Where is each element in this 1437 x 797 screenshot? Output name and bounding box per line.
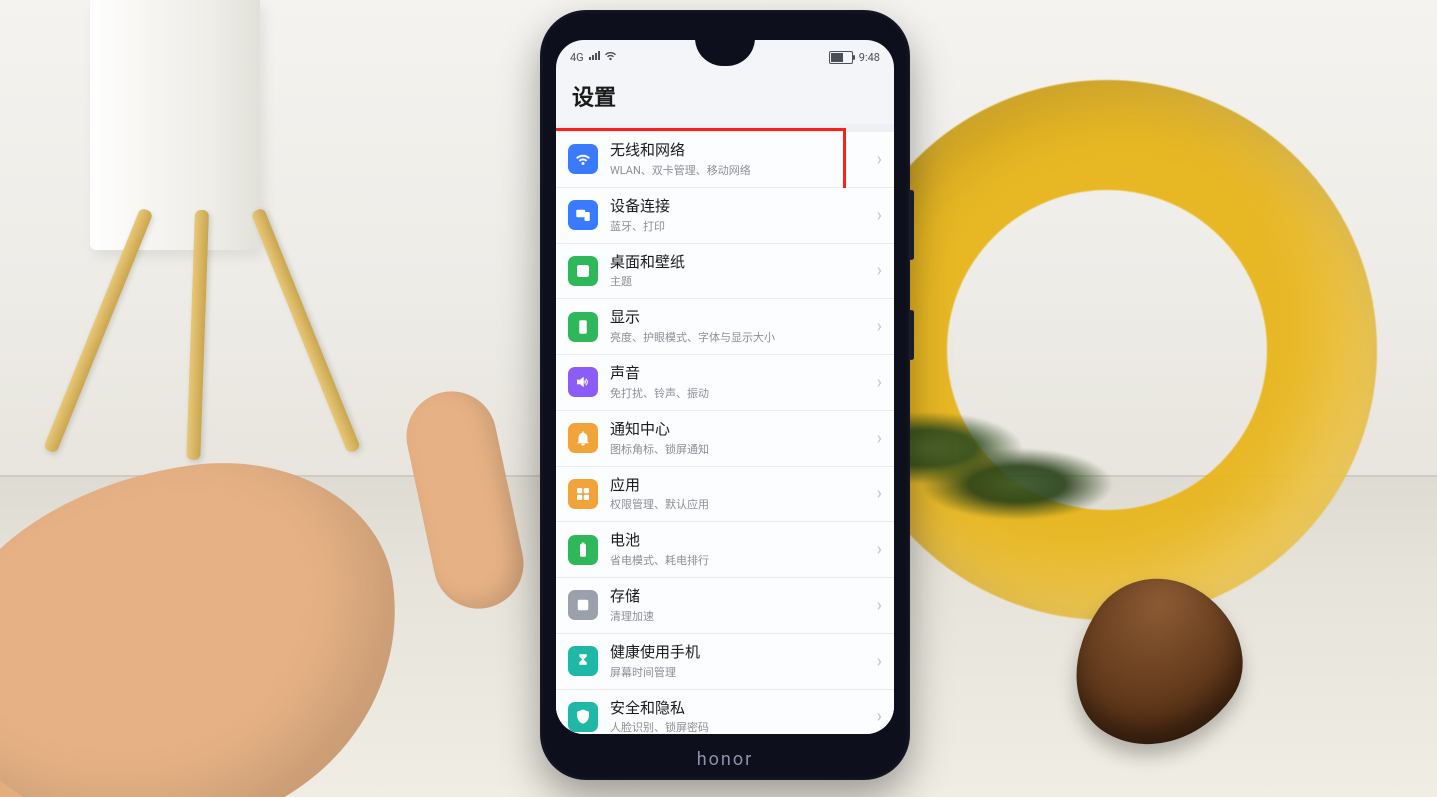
chevron-right-icon: › [877,372,882,393]
settings-row-security[interactable]: 安全和隐私人脸识别、锁屏密码 › [556,690,894,735]
row-title: 显示 [610,308,871,327]
section-gap [556,124,894,132]
row-title: 存储 [610,587,871,606]
row-text: 设备连接蓝牙、打印 [610,197,871,234]
row-title: 健康使用手机 [610,643,871,662]
volume-button [909,190,914,260]
battery-icon [568,535,598,565]
devices-icon [568,200,598,230]
battery-icon [829,51,853,64]
row-title: 应用 [610,476,871,495]
row-subtitle: 屏幕时间管理 [610,664,871,680]
row-subtitle: WLAN、双卡管理、移动网络 [610,162,871,178]
signal-icon [588,51,600,64]
page-title: 设置 [572,80,878,112]
row-text: 存储清理加速 [610,587,871,624]
settings-row-battery[interactable]: 电池省电模式、耗电排行 › [556,522,894,578]
chevron-right-icon: › [877,706,882,727]
apps-icon [568,479,598,509]
clock: 9:48 [859,51,880,64]
settings-row-home[interactable]: 桌面和壁纸主题 › [556,244,894,300]
wifi-icon [568,144,598,174]
display-icon [568,312,598,342]
row-title: 桌面和壁纸 [610,253,871,272]
status-left: 4G [570,51,617,64]
phone-screen: 4G 9:48 设置 [556,40,894,734]
hand-holding-phone [0,350,500,797]
row-text: 健康使用手机屏幕时间管理 [610,643,871,680]
network-indicator: 4G [570,51,584,64]
row-text: 安全和隐私人脸识别、锁屏密码 [610,699,871,735]
settings-row-storage[interactable]: 存储清理加速 › [556,578,894,634]
settings-header: 设置 [556,70,894,124]
row-subtitle: 主题 [610,273,871,289]
row-text: 电池省电模式、耗电排行 [610,531,871,568]
chevron-right-icon: › [877,316,882,337]
power-button [909,310,914,360]
wallpaper-icon [568,256,598,286]
row-subtitle: 免打扰、铃声、振动 [610,385,871,401]
settings-row-notify[interactable]: 通知中心图标角标、锁屏通知 › [556,411,894,467]
chevron-right-icon: › [877,651,882,672]
chevron-right-icon: › [877,428,882,449]
row-title: 通知中心 [610,420,871,439]
yellow-ring-decoration [837,80,1377,620]
settings-row-display[interactable]: 显示亮度、护眼模式、字体与显示大小 › [556,299,894,355]
row-subtitle: 省电模式、耗电排行 [610,552,871,568]
chevron-right-icon: › [877,539,882,560]
row-subtitle: 清理加速 [610,608,871,624]
settings-list[interactable]: 无线和网络WLAN、双卡管理、移动网络›设备连接蓝牙、打印›桌面和壁纸主题›显示… [556,132,894,734]
settings-row-sound[interactable]: 声音免打扰、铃声、振动 › [556,355,894,411]
chevron-right-icon: › [877,483,882,504]
row-text: 桌面和壁纸主题 [610,253,871,290]
row-text: 通知中心图标角标、锁屏通知 [610,420,871,457]
status-right: 9:48 [829,51,880,64]
row-subtitle: 亮度、护眼模式、字体与显示大小 [610,329,871,345]
row-text: 应用权限管理、默认应用 [610,476,871,513]
chevron-right-icon: › [877,205,882,226]
row-text: 无线和网络 WLAN、双卡管理、移动网络 [610,141,871,178]
row-text: 显示亮度、护眼模式、字体与显示大小 [610,308,871,345]
settings-row-digital[interactable]: 健康使用手机屏幕时间管理 › [556,634,894,690]
settings-row-apps[interactable]: 应用权限管理、默认应用 › [556,467,894,523]
photo-scene: 4G 9:48 设置 [0,0,1437,797]
row-title: 电池 [610,531,871,550]
wifi-icon [604,51,617,64]
hourglass-icon [568,646,598,676]
row-title: 声音 [610,364,871,383]
settings-row-devices[interactable]: 设备连接蓝牙、打印 › [556,188,894,244]
row-text: 声音免打扰、铃声、振动 [610,364,871,401]
row-subtitle: 权限管理、默认应用 [610,496,871,512]
row-title: 无线和网络 [610,141,871,160]
shield-icon [568,702,598,732]
bell-icon [568,423,598,453]
row-title: 设备连接 [610,197,871,216]
row-subtitle: 人脸识别、锁屏密码 [610,719,871,734]
phone-frame: 4G 9:48 设置 [540,10,910,780]
chevron-right-icon: › [877,149,882,170]
chevron-right-icon: › [877,260,882,281]
settings-row-wireless[interactable]: 无线和网络 WLAN、双卡管理、移动网络 › [556,132,894,188]
phone-brand-label: honor [540,749,910,770]
storage-icon [568,590,598,620]
chevron-right-icon: › [877,595,882,616]
row-subtitle: 蓝牙、打印 [610,218,871,234]
row-title: 安全和隐私 [610,699,871,718]
sound-icon [568,367,598,397]
row-subtitle: 图标角标、锁屏通知 [610,441,871,457]
white-vase [90,0,260,250]
